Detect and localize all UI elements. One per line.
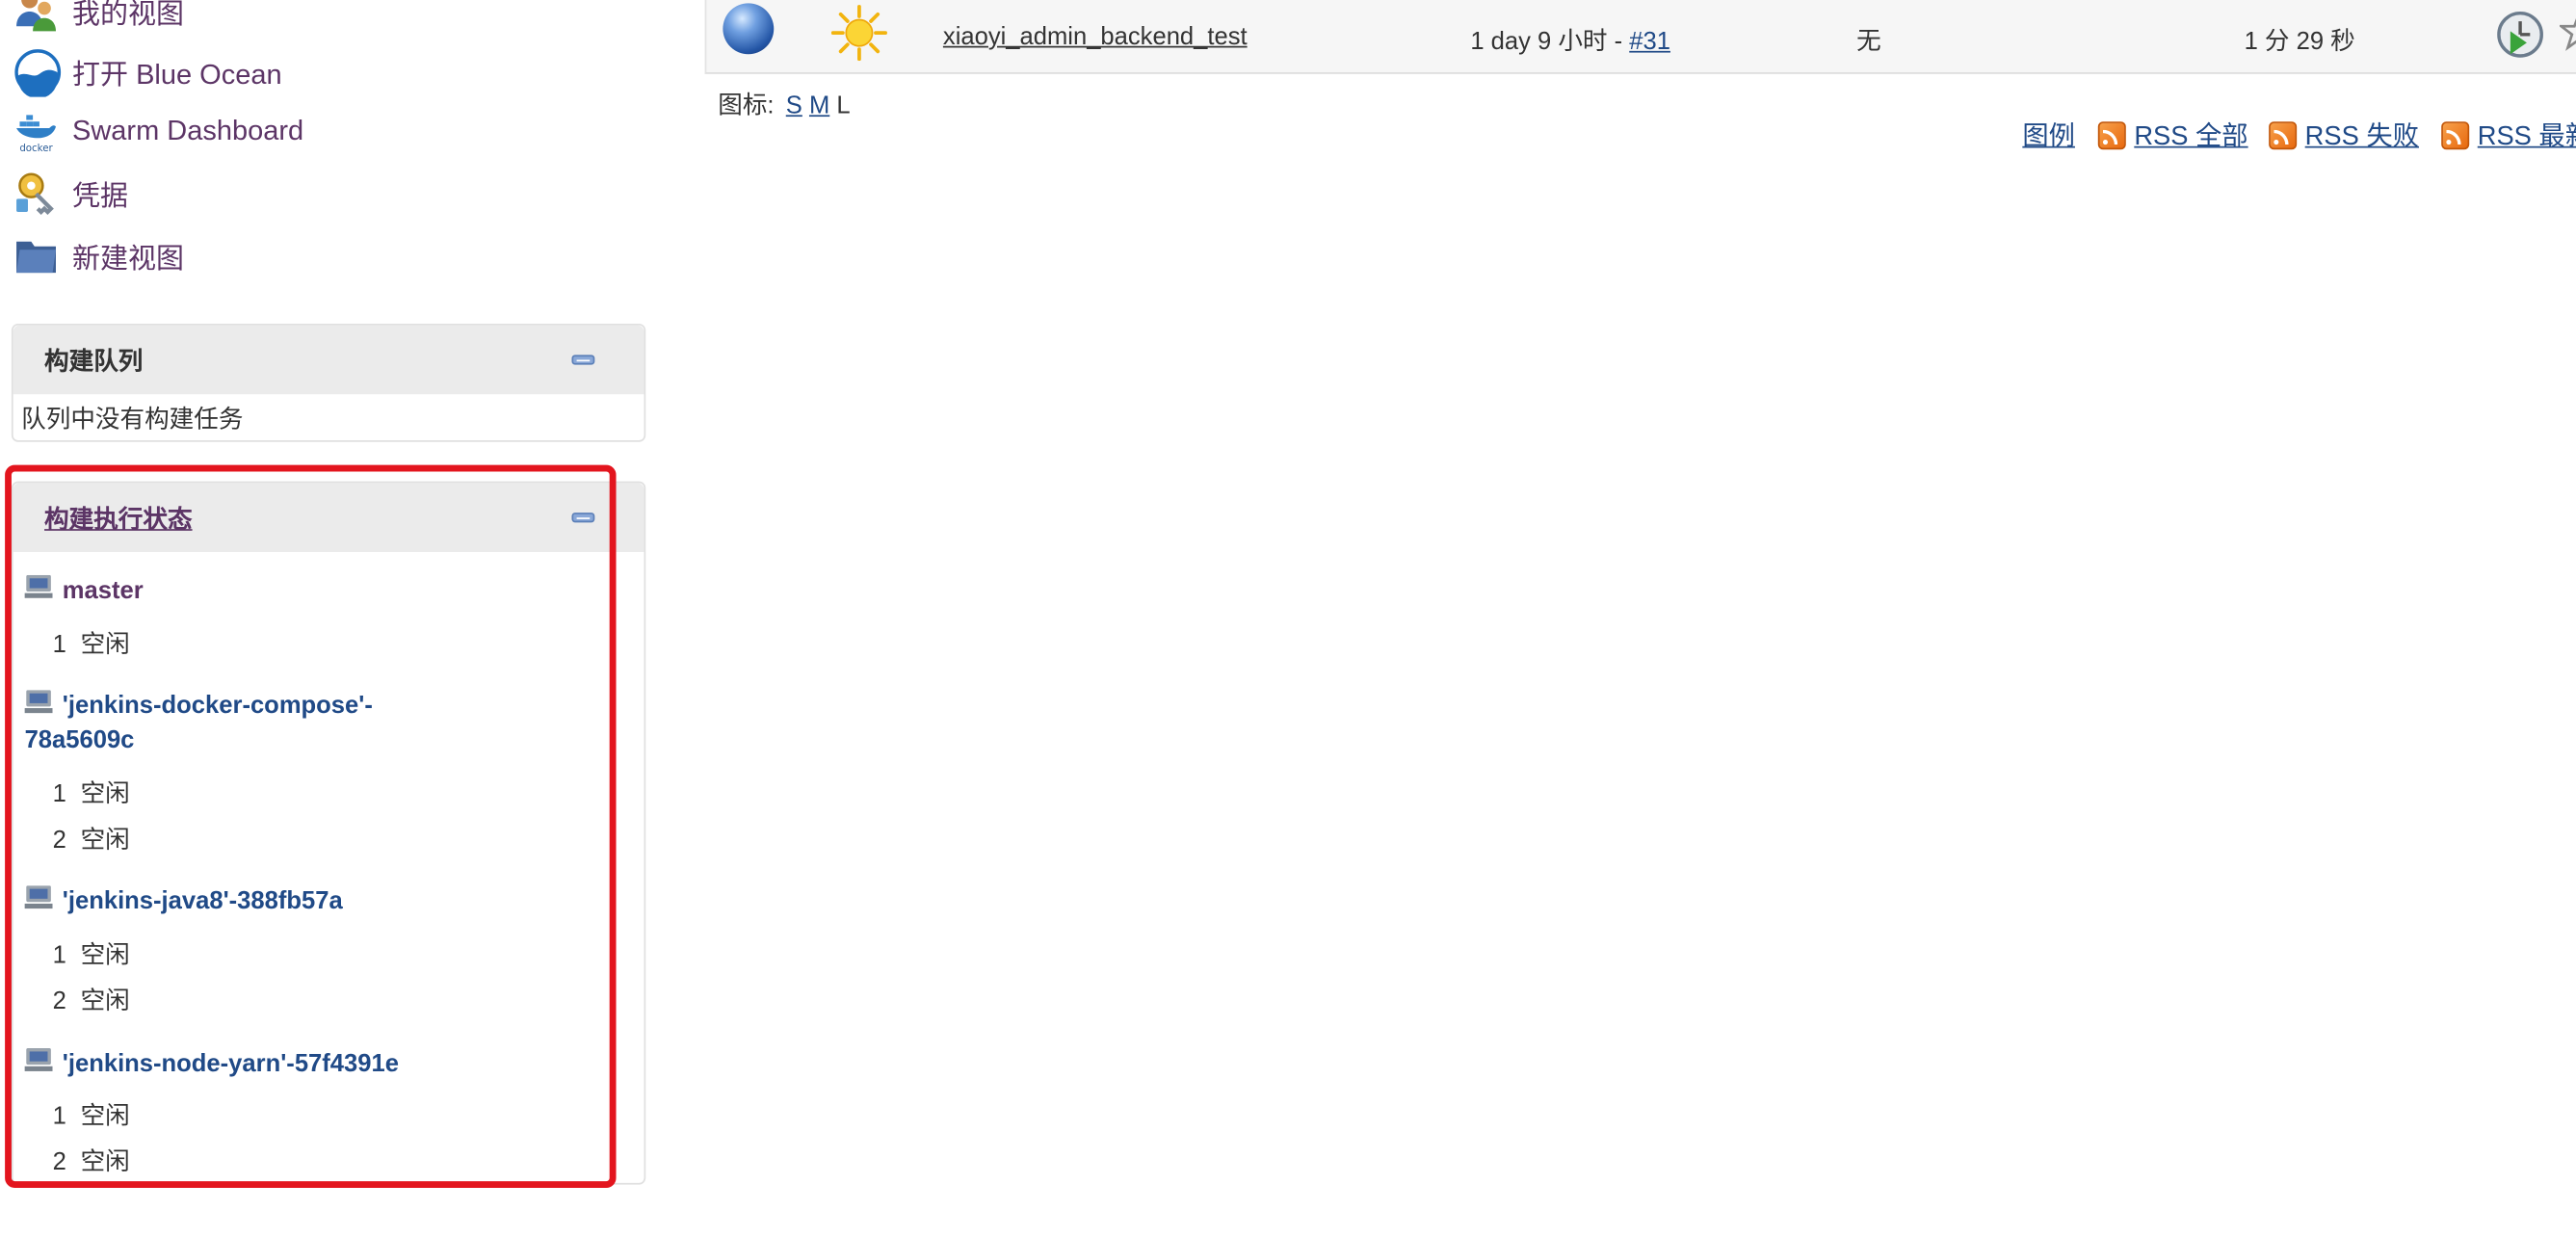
build-queue-header: 构建队列: [13, 325, 644, 395]
executor-status: 空闲: [80, 826, 130, 855]
node-name-line1[interactable]: 'jenkins-docker-compose'-: [63, 692, 373, 720]
last-duration: 1 分 29 秒: [2244, 27, 2355, 56]
docker-icon-text: docker: [19, 144, 53, 154]
task-my-views[interactable]: 我的视图: [13, 0, 184, 38]
rss-all-link[interactable]: RSS 全部: [2134, 123, 2247, 151]
last-success-build-link[interactable]: #31: [1629, 28, 1670, 56]
executor-status: 空闲: [80, 780, 130, 809]
node-name[interactable]: 'jenkins-node-yarn'-57f4391e: [63, 1050, 399, 1078]
node-name-line2[interactable]: 78a5609c: [25, 726, 135, 754]
task-blue-ocean[interactable]: 打开 Blue Ocean: [13, 42, 282, 99]
icon-size-s-link[interactable]: S: [786, 92, 802, 120]
rss-latest-link[interactable]: RSS 最新: [2478, 123, 2576, 151]
last-success-time: 1 day 9 小时 -: [1470, 27, 1630, 56]
rss-icon: [2441, 121, 2470, 150]
build-queue-pane: 构建队列 队列中没有构建任务: [11, 323, 646, 442]
icon-size-m-link[interactable]: M: [809, 92, 829, 120]
rss-failed[interactable]: RSS 失败: [2269, 114, 2419, 153]
legend-link[interactable]: 图例: [2022, 114, 2075, 153]
executor-row: 1 空闲: [53, 1097, 130, 1132]
computer-icon: [24, 690, 53, 714]
executor-number: 2: [52, 987, 66, 1015]
executors-header: 构建执行状态: [13, 483, 644, 553]
executor-number: 1: [52, 630, 66, 659]
task-credentials[interactable]: 凭据: [13, 165, 128, 221]
job-row: xiaoyi_admin_backend_test 1 day 9 小时 - #…: [704, 0, 2576, 74]
executor-status: 空闲: [80, 987, 130, 1015]
node-name[interactable]: 'jenkins-java8'-388fb57a: [63, 887, 343, 915]
blue-ocean-icon: [13, 47, 62, 99]
executor-row: 2 空闲: [53, 983, 130, 1017]
weather-sunny-icon: [830, 4, 888, 62]
executor-number: 2: [52, 1148, 66, 1177]
node-name[interactable]: master: [63, 577, 144, 605]
executor-status: 空闲: [80, 630, 130, 659]
schedule-build-icon[interactable]: [2496, 10, 2545, 59]
executor-number: 1: [52, 941, 66, 970]
icon-size-l-current: L: [836, 92, 851, 120]
node-jenkins-node-yarn[interactable]: 'jenkins-node-yarn'-57f4391e: [24, 1046, 399, 1081]
task-label[interactable]: 新建视图: [72, 234, 184, 276]
docker-icon: docker: [13, 109, 60, 155]
last-failure: 无: [1856, 27, 1881, 56]
executor-status: 空闲: [80, 1148, 130, 1177]
task-label[interactable]: 我的视图: [72, 0, 184, 31]
computer-icon: [24, 885, 53, 909]
task-new-view[interactable]: 新建视图: [13, 226, 184, 282]
executor-row: 2 空闲: [53, 1144, 130, 1178]
node-jenkins-docker-compose[interactable]: 'jenkins-docker-compose'- 78a5609c: [24, 689, 373, 758]
task-label[interactable]: 打开 Blue Ocean: [72, 50, 282, 92]
executor-status: 空闲: [80, 941, 130, 970]
executors-title[interactable]: 构建执行状态: [44, 501, 193, 536]
node-master[interactable]: master: [24, 573, 144, 608]
rss-all[interactable]: RSS 全部: [2097, 114, 2248, 153]
rss-failed-link[interactable]: RSS 失败: [2305, 123, 2419, 151]
computer-icon: [24, 574, 53, 598]
node-jenkins-java8[interactable]: 'jenkins-java8'-388fb57a: [24, 884, 343, 919]
build-queue-title: 构建队列: [44, 348, 144, 377]
icon-size-selector: 图标: S M L: [718, 87, 850, 121]
executor-number: 1: [52, 1102, 66, 1131]
task-label[interactable]: Swarm Dashboard: [72, 115, 303, 147]
executor-row: 2 空闲: [53, 822, 130, 856]
executor-status: 空闲: [80, 1102, 130, 1131]
executor-row: 1 空闲: [53, 936, 130, 971]
executor-number: 1: [52, 780, 66, 809]
task-label[interactable]: 凭据: [72, 171, 128, 213]
executor-number: 2: [52, 826, 66, 855]
rss-latest[interactable]: RSS 最新: [2441, 114, 2576, 153]
user-view-icon: [13, 0, 60, 33]
last-success: 1 day 9 小时 - #31: [1470, 23, 1670, 58]
computer-icon: [24, 1048, 53, 1071]
collapse-icon[interactable]: [571, 355, 595, 365]
build-queue-empty-text: 队列中没有构建任务: [21, 406, 244, 434]
credentials-icon: [13, 170, 60, 216]
rss-icon: [2097, 121, 2126, 150]
executors-pane: 构建执行状态 master 1 空闲 'jenkins-docker-compos…: [11, 481, 646, 1185]
favorite-star-icon[interactable]: [2557, 10, 2576, 52]
task-swarm-dashboard[interactable]: docker Swarm Dashboard: [13, 103, 303, 159]
status-ball-icon: [723, 3, 775, 55]
collapse-icon[interactable]: [571, 513, 595, 523]
folder-icon: [13, 231, 60, 277]
job-name-link[interactable]: xiaoyi_admin_backend_test: [943, 23, 1248, 51]
rss-icon: [2269, 121, 2298, 150]
executor-row: 1 空闲: [53, 626, 130, 661]
icon-size-label: 图标:: [718, 92, 775, 120]
executor-row: 1 空闲: [53, 776, 130, 810]
